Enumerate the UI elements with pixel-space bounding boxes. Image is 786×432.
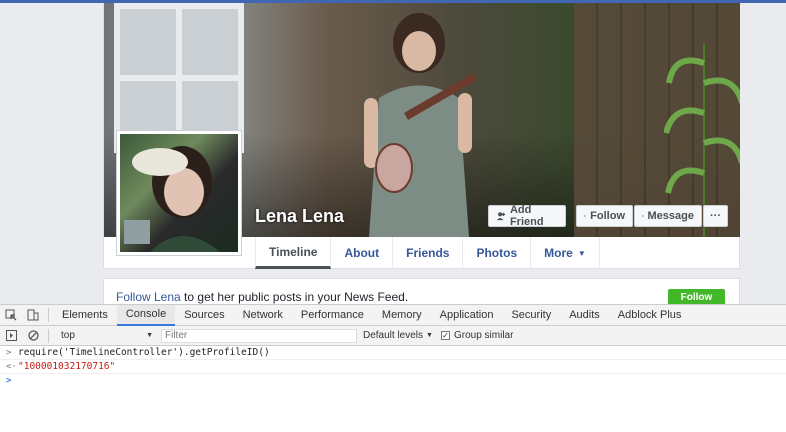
console-command: require('TimelineController').getProfile… [18, 347, 270, 358]
context-value: top [61, 330, 75, 341]
profile-name[interactable]: Lena Lena [255, 206, 344, 227]
devtools-tab-audits[interactable]: Audits [560, 305, 609, 326]
caret-down-icon: ▼ [146, 332, 153, 339]
result-arrow-icon: <· [6, 361, 17, 372]
group-similar-toggle[interactable]: ✓ Group similar [440, 330, 514, 341]
follow-lena-link[interactable]: Follow Lena [116, 290, 181, 304]
profile-picture-image [120, 134, 238, 252]
devtools-panel: Elements Console Sources Network Perform… [0, 304, 786, 432]
console-prompt-line[interactable]: > [0, 374, 786, 388]
tab-friends-label: Friends [406, 246, 450, 260]
devtools-tab-performance[interactable]: Performance [292, 305, 373, 326]
devtools-tab-memory[interactable]: Memory [373, 305, 431, 326]
follow-button-label: Follow [680, 292, 713, 303]
add-friend-button[interactable]: Add Friend [488, 204, 566, 228]
tab-more-label: More [544, 246, 573, 260]
devtools-tab-console[interactable]: Console [116, 304, 176, 326]
divider [48, 328, 49, 343]
devtools-tab-network[interactable]: Network [234, 305, 292, 326]
group-similar-label: Group similar [453, 330, 514, 341]
devtools-tab-adblock-plus[interactable]: Adblock Plus [609, 305, 691, 326]
prompt-chevron-icon: > [6, 376, 12, 386]
console-result-value[interactable]: "100001032170716" [18, 361, 115, 372]
add-friend-label: Add Friend [509, 204, 544, 228]
tab-timeline-label: Timeline [269, 244, 318, 259]
rss-icon [584, 214, 587, 217]
devtools-tab-bar: Elements Console Sources Network Perform… [0, 304, 786, 326]
add-friend-icon [496, 212, 506, 221]
tab-about[interactable]: About [331, 237, 394, 269]
tab-more[interactable]: More ▼ [531, 237, 600, 269]
more-options-button[interactable]: ··· [703, 205, 728, 227]
tab-about-label: About [344, 246, 380, 260]
log-levels-label: Default levels [363, 330, 424, 341]
devtools-tab-sources[interactable]: Sources [175, 305, 233, 326]
cover-person-illustration [364, 13, 478, 237]
context-selector[interactable]: top ▼ [57, 329, 157, 343]
console-result-line: <· "100001032170716" [0, 360, 786, 374]
input-chevron-icon: > [6, 347, 12, 358]
console-input-line: > require('TimelineController').getProfi… [0, 346, 786, 360]
console-output: > require('TimelineController').getProfi… [0, 346, 786, 388]
clear-console-icon[interactable] [22, 325, 44, 346]
message-button[interactable]: Message [634, 205, 702, 227]
tab-photos[interactable]: Photos [463, 237, 532, 269]
inspect-element-icon[interactable] [0, 305, 22, 326]
profile-header: Lena Lena Add Friend Follow Message ··· … [103, 3, 740, 269]
console-toolbar: top ▼ Default levels ▼ ✓ Group similar [0, 326, 786, 346]
more-options-icon: ··· [710, 210, 721, 222]
follow-prompt-rest: to get her public posts in your News Fee… [180, 290, 409, 304]
show-sidebar-icon[interactable] [0, 325, 22, 346]
avatar-illustration [124, 146, 220, 252]
divider [48, 308, 49, 322]
follow-prompt-text: Follow Lena to get her public posts in y… [116, 290, 408, 304]
profile-tabs: Timeline About Friends Photos More ▼ [255, 237, 600, 269]
log-levels-dropdown[interactable]: Default levels ▼ [363, 330, 433, 341]
caret-down-icon: ▼ [426, 332, 433, 339]
devtools-tab-security[interactable]: Security [502, 305, 560, 326]
tab-timeline[interactable]: Timeline [255, 237, 332, 269]
messenger-icon [642, 215, 644, 217]
devtools-tab-application[interactable]: Application [431, 305, 503, 326]
profile-picture[interactable] [116, 130, 242, 256]
device-toolbar-icon[interactable] [22, 305, 44, 326]
follow-cover-button[interactable]: Follow [576, 205, 633, 227]
caret-down-icon: ▼ [577, 248, 586, 258]
filter-input[interactable] [161, 328, 357, 343]
devtools-tab-elements[interactable]: Elements [53, 305, 117, 326]
group-similar-checkbox[interactable]: ✓ [440, 331, 450, 340]
message-label: Message [647, 210, 694, 222]
tab-photos-label: Photos [476, 246, 518, 260]
tab-friends[interactable]: Friends [393, 237, 464, 269]
follow-cover-label: Follow [590, 210, 625, 222]
follow-prompt: Follow Lena to get her public posts in y… [103, 278, 740, 306]
